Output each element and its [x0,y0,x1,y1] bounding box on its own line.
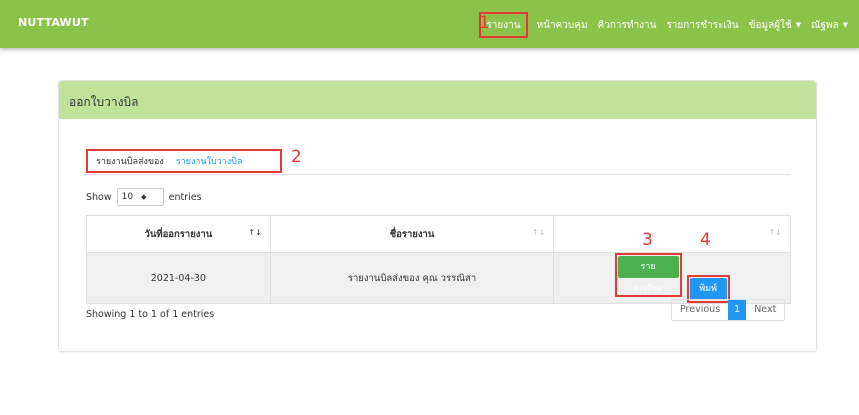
nav-item-user-data[interactable]: ข้อมูลผู้ใช้ ▼ [744,18,806,33]
pagination-page-1[interactable]: 1 [728,300,747,320]
table-row: 2021-04-30 รายงานบิลส่งของ คุณ วรรณิสา ร… [86,252,791,304]
sort-icon: ↑↓ [531,228,546,237]
cell-date: 2021-04-30 [86,252,271,304]
annotation-marker-4: 4 [700,230,711,250]
entries-label: entries [168,191,202,203]
select-arrows-icon: ◆ [141,193,147,201]
annotation-marker-1: 1 [479,13,490,33]
print-button[interactable]: พิมพ์ [689,278,727,300]
detail-button[interactable]: รายละเอียด [617,256,679,294]
entries-select[interactable]: 10 ◆ [116,188,164,206]
tab-divider [86,174,791,175]
column-header-date-label: วันที่ออกรายงาน [144,228,213,240]
annotation-marker-2: 2 [291,147,302,167]
table-info: Showing 1 to 1 of 1 entries [86,309,215,320]
column-header-actions[interactable]: ↑↓ [553,215,791,253]
tab-delivery-bill-report[interactable]: รายงานบิลส่งของ [96,154,176,168]
cell-report-name: รายงานบิลส่งของ คุณ วรรณิสา [269,252,555,304]
annotation-marker-3: 3 [642,230,653,250]
nav-item-user-data-label: ข้อมูลผู้ใช้ [748,19,792,31]
nav-item-payments[interactable]: รายการชำระเงิน [661,18,743,33]
entries-length-control: Show 10 ◆ entries [86,188,202,206]
pagination: Previous 1 Next [671,299,786,321]
pagination-next[interactable]: Next [746,300,784,320]
table-header-row: วันที่ออกรายงาน ↑↓ ชื่อรายงาน ↑↓ ↑↓ [86,215,791,253]
caret-down-icon: ▼ [795,21,802,29]
pagination-previous[interactable]: Previous [672,300,728,320]
card-title: ออกใบวางบิล [59,81,816,119]
show-label: Show [86,191,112,203]
brand-logo[interactable]: NUTTAWUT [18,16,89,29]
nav-item-user-menu-label: ณัฐพล [811,19,839,31]
column-header-date[interactable]: วันที่ออกรายงาน ↑↓ [86,215,271,253]
report-table: วันที่ออกรายงาน ↑↓ ชื่อรายงาน ↑↓ ↑↓ 2021… [86,215,791,304]
report-tabs: รายงานบิลส่งของ รายงานใบวางบิล [86,149,282,173]
column-header-name[interactable]: ชื่อรายงาน ↑↓ [269,215,555,253]
nav-item-user-menu[interactable]: ณัฐพล ▼ [806,18,853,33]
nav-menu: รายงาน หน้าควบคุม คิวการทำงาน รายการชำระ… [479,12,853,38]
detail-highlight: รายละเอียด [614,253,682,297]
tab-invoice-report[interactable]: รายงานใบวางบิล [176,154,255,168]
sort-icon: ↑↓ [768,228,782,237]
nav-item-queue[interactable]: คิวการทำงาน [593,18,662,33]
caret-down-icon: ▼ [842,21,848,29]
entries-select-value: 10 [121,192,134,202]
billing-card: ออกใบวางบิล รายงานบิลส่งของ รายงานใบวางบ… [58,80,817,352]
top-navbar: NUTTAWUT รายงาน หน้าควบคุม คิวการทำงาน ร… [0,0,859,48]
nav-item-dashboard[interactable]: หน้าควบคุม [532,18,593,33]
cell-actions: รายละเอียด พิมพ์ [553,252,791,304]
column-header-name-label: ชื่อรายงาน [389,228,435,240]
sort-asc-icon: ↑↓ [248,228,262,237]
